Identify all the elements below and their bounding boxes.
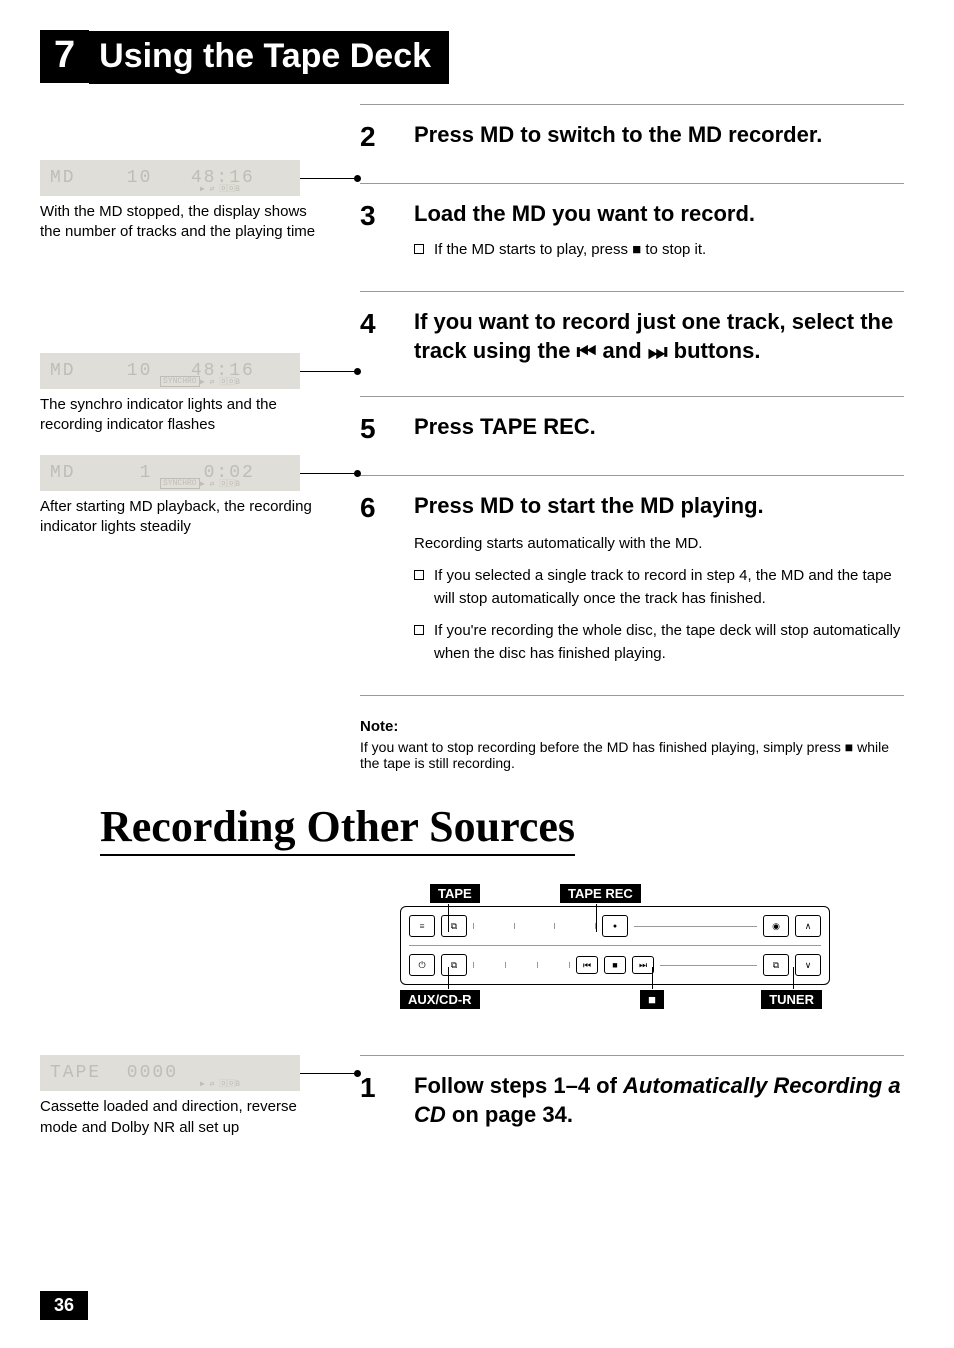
step-title: Load the MD you want to record. <box>414 200 904 229</box>
remote-prev-button[interactable]: ⏮ <box>576 956 598 974</box>
step-body: If you want to record just one track, se… <box>414 308 904 366</box>
remote-diagram: TAPE TAPE REC ≡ ⧉ ● ◉ ∧ ⏻ ⧉ <box>400 906 830 985</box>
lcd-block-4: TAPE 0000 ▶ ⇄ 🄳🄳B Cassette loaded and di… <box>40 1055 340 1138</box>
lcd-display: MD 1 0:02 SYNCHRO ▶ ⇄ 🄳🄳B <box>40 455 300 491</box>
lcd-sub: ▶ ⇄ 🄳🄳B <box>200 376 240 387</box>
lcd-synchro: SYNCHRO <box>160 376 200 387</box>
step-body: Press MD to start the MD playing. Record… <box>414 492 904 665</box>
step-body: Load the MD you want to record. If the M… <box>414 200 904 261</box>
remote-tuner-button[interactable]: ⧉ <box>763 954 789 976</box>
label-line <box>652 967 653 989</box>
step-detail: Recording starts automatically with the … <box>414 533 904 556</box>
lcd-sub: ▶ ⇄ 🄳🄳B <box>200 183 240 194</box>
remote-tape-rec-button[interactable]: ● <box>602 915 628 937</box>
step-title-post: on page 34. <box>446 1102 573 1127</box>
page-number: 36 <box>40 1291 88 1320</box>
remote-row: ≡ ⧉ ● ◉ ∧ <box>409 915 821 937</box>
step-title: Press MD to start the MD playing. <box>414 492 904 521</box>
lcd-display: MD 10 48:16 ▶ ⇄ 🄳🄳B <box>40 160 300 196</box>
lcd-block-2: MD 10 48:16 SYNCHRO ▶ ⇄ 🄳🄳B The synchro … <box>40 353 340 436</box>
step-body: Follow steps 1–4 of Automatically Record… <box>414 1072 904 1129</box>
step-title: Press MD to switch to the MD recorder. <box>414 121 904 150</box>
label-line <box>793 967 794 989</box>
step-number: 4 <box>360 308 384 366</box>
lcd-caption: With the MD stopped, the display shows t… <box>40 202 320 243</box>
left-column: MD 10 48:16 ▶ ⇄ 🄳🄳B With the MD stopped,… <box>40 104 340 771</box>
step-row: 4 If you want to record just one track, … <box>360 291 904 396</box>
step-title: Press TAPE REC. <box>414 413 904 442</box>
remote-next-button[interactable]: ⏭ <box>632 956 654 974</box>
section-title: Recording Other Sources <box>100 801 575 856</box>
connector-line <box>300 371 360 372</box>
lcd-display: MD 10 48:16 SYNCHRO ▶ ⇄ 🄳🄳B <box>40 353 300 389</box>
next-track-icon: ⏭ <box>648 338 668 367</box>
label-tuner: TUNER <box>761 990 822 1009</box>
label-line <box>448 904 449 932</box>
step-number: 1 <box>360 1072 384 1129</box>
label-stop: ■ <box>640 990 664 1009</box>
remote-stop-button[interactable]: ■ <box>604 956 626 974</box>
step-number: 2 <box>360 121 384 153</box>
section2-content: TAPE 0000 ▶ ⇄ 🄳🄳B Cassette loaded and di… <box>40 1055 904 1168</box>
step-row: 6 Press MD to start the MD playing. Reco… <box>360 475 904 695</box>
lcd-display: TAPE 0000 ▶ ⇄ 🄳🄳B <box>40 1055 300 1091</box>
step-row: 2 Press MD to switch to the MD recorder. <box>360 104 904 183</box>
remote-tape-button[interactable]: ⧉ <box>441 915 467 937</box>
remote-menu-button[interactable]: ≡ <box>409 915 435 937</box>
connector-line <box>300 473 360 474</box>
lcd-line: TAPE 0000 <box>50 1063 178 1083</box>
prev-track-icon: ⏮ <box>577 338 597 367</box>
lcd-block-3: MD 1 0:02 SYNCHRO ▶ ⇄ 🄳🄳B After starting… <box>40 455 340 538</box>
remote-ticks <box>473 962 570 968</box>
step-title: Follow steps 1–4 of Automatically Record… <box>414 1072 904 1129</box>
label-aux: AUX/CD-R <box>400 990 480 1009</box>
step-number: 6 <box>360 492 384 665</box>
lcd-synchro: SYNCHRO <box>160 478 200 489</box>
note-text: If you want to stop recording before the… <box>360 739 904 771</box>
label-line <box>448 967 449 989</box>
remote-ticks <box>473 923 596 929</box>
label-tape-rec: TAPE REC <box>560 884 641 903</box>
remote-body: ≡ ⧉ ● ◉ ∧ ⏻ ⧉ ⏮ ■ ⏭ ⧉ <box>400 906 830 985</box>
remote-down-button[interactable]: ∨ <box>795 954 821 976</box>
lcd-caption: The synchro indicator lights and the rec… <box>40 395 320 436</box>
chapter-header: 7 Using the Tape Deck <box>40 30 904 84</box>
label-line <box>596 904 597 932</box>
lcd-sub: ▶ ⇄ 🄳🄳B <box>200 478 240 489</box>
connector-line <box>300 1073 360 1074</box>
upper-content: MD 10 48:16 ▶ ⇄ 🄳🄳B With the MD stopped,… <box>40 104 904 771</box>
step-body: Press MD to switch to the MD recorder. <box>414 121 904 153</box>
step-number: 5 <box>360 413 384 445</box>
chapter-title: Using the Tape Deck <box>89 31 449 84</box>
lcd-block-1: MD 10 48:16 ▶ ⇄ 🄳🄳B With the MD stopped,… <box>40 160 340 243</box>
remote-set-button[interactable]: ◉ <box>763 915 789 937</box>
remote-up-button[interactable]: ∧ <box>795 915 821 937</box>
right-column: 1 Follow steps 1–4 of Automatically Reco… <box>360 1055 904 1168</box>
lcd-caption: After starting MD playback, the recordin… <box>40 497 320 538</box>
step-row: 1 Follow steps 1–4 of Automatically Reco… <box>360 1055 904 1159</box>
note-label: Note: <box>360 718 904 735</box>
step-title-pre: Follow steps 1–4 of <box>414 1073 623 1098</box>
remote-aux-button[interactable]: ⧉ <box>441 954 467 976</box>
connector-line <box>300 178 360 179</box>
step-title: If you want to record just one track, se… <box>414 308 904 366</box>
left-column: TAPE 0000 ▶ ⇄ 🄳🄳B Cassette loaded and di… <box>40 1055 340 1168</box>
step-row: 5 Press TAPE REC. <box>360 396 904 475</box>
lcd-sub: ▶ ⇄ 🄳🄳B <box>200 1078 240 1089</box>
label-tape: TAPE <box>430 884 480 903</box>
lcd-caption: Cassette loaded and direction, reverse m… <box>40 1097 320 1138</box>
step-row: 3 Load the MD you want to record. If the… <box>360 183 904 291</box>
step-bullet: If you're recording the whole disc, the … <box>414 620 904 665</box>
remote-row: ⏻ ⧉ ⏮ ■ ⏭ ⧉ ∨ <box>409 954 821 976</box>
step-number: 3 <box>360 200 384 261</box>
remote-power-button[interactable]: ⏻ <box>409 954 435 976</box>
chapter-number: 7 <box>40 30 89 83</box>
note-block: Note: If you want to stop recording befo… <box>360 695 904 771</box>
right-column: 2 Press MD to switch to the MD recorder.… <box>360 104 904 771</box>
section-recording-other: Recording Other Sources TAPE TAPE REC ≡ … <box>40 771 904 1168</box>
step-bullet: If the MD starts to play, press ■ to sto… <box>414 239 904 262</box>
step-body: Press TAPE REC. <box>414 413 904 445</box>
step-bullet: If you selected a single track to record… <box>414 565 904 610</box>
